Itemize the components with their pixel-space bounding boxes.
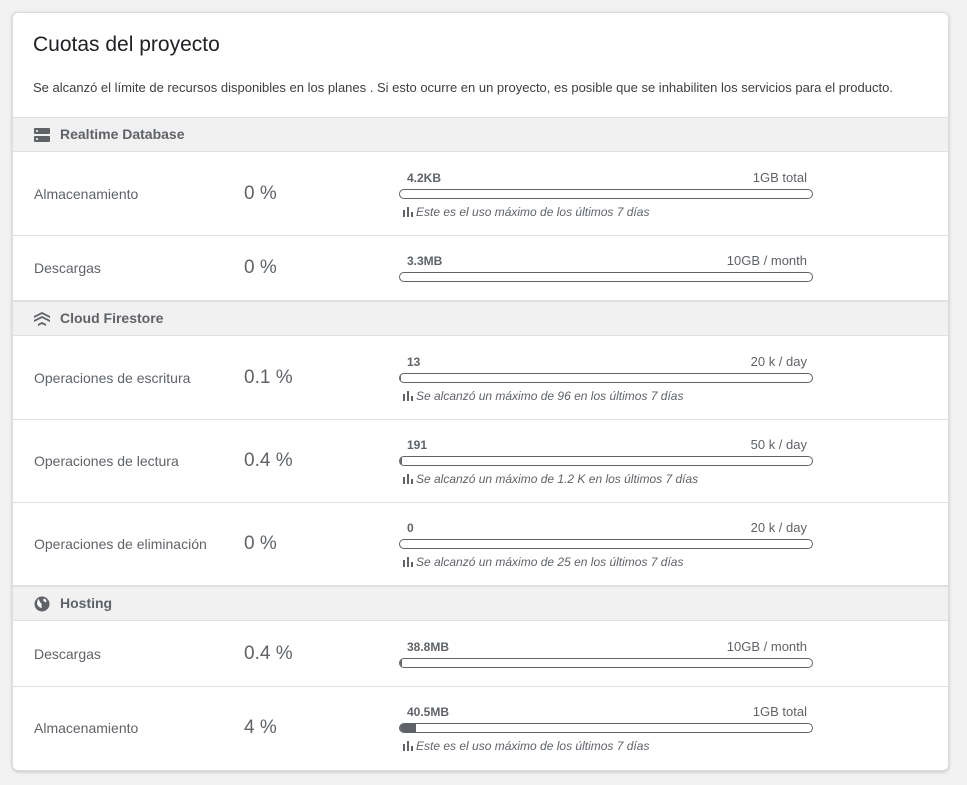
usage-note-text: Se alcanzó un máximo de 96 en los último… bbox=[416, 389, 684, 403]
quota-percent: 0 % bbox=[244, 533, 277, 554]
quota-row: Operaciones de lectura 0.4 % 191 50 k / … bbox=[13, 420, 948, 503]
section-realtime-database: Realtime Database bbox=[13, 117, 948, 152]
usage-bar bbox=[399, 658, 813, 668]
section-label: Realtime Database bbox=[60, 126, 185, 142]
bar-chart-icon bbox=[403, 474, 413, 484]
section-hosting: Hosting bbox=[13, 586, 948, 621]
usage-note: Este es el uso máximo de los últimos 7 d… bbox=[403, 739, 649, 753]
database-icon bbox=[33, 126, 51, 144]
quota-percent: 0.4 % bbox=[244, 450, 293, 471]
bar-chart-icon bbox=[403, 207, 413, 217]
usage-bar bbox=[399, 539, 813, 549]
quota-percent: 0 % bbox=[244, 257, 277, 278]
usage-note-text: Se alcanzó un máximo de 25 en los último… bbox=[416, 555, 684, 569]
usage-bar-fill bbox=[400, 659, 402, 667]
usage-bar bbox=[399, 456, 813, 466]
quota-row: Operaciones de escritura 0.1 % 13 20 k /… bbox=[13, 336, 948, 420]
bar-chart-icon bbox=[403, 391, 413, 401]
quota-label: Operaciones de lectura bbox=[34, 453, 179, 469]
usage-bar bbox=[399, 272, 813, 282]
usage-note: Este es el uso máximo de los últimos 7 d… bbox=[403, 205, 649, 219]
usage-note-text: Este es el uso máximo de los últimos 7 d… bbox=[416, 739, 650, 753]
usage-bar bbox=[399, 723, 813, 733]
page-title: Cuotas del proyecto bbox=[33, 33, 220, 56]
usage-bar bbox=[399, 373, 813, 383]
quota-percent: 0.4 % bbox=[244, 643, 293, 664]
quota-label: Descargas bbox=[34, 646, 101, 662]
quota-limit: 20 k / day bbox=[750, 520, 807, 535]
usage-bar-fill bbox=[400, 724, 417, 732]
project-quotas-card: Cuotas del proyecto Se alcanzó el límite… bbox=[12, 12, 949, 771]
globe-icon bbox=[33, 595, 51, 613]
quota-percent: 0 % bbox=[244, 183, 277, 204]
quota-limit: 10GB / month bbox=[726, 639, 807, 654]
quota-row: Almacenamiento 4 % 40.5MB 1GB total Este… bbox=[13, 687, 948, 770]
quota-label: Almacenamiento bbox=[34, 186, 139, 202]
usage-bar bbox=[399, 189, 813, 199]
quota-row: Descargas 0.4 % 38.8MB 10GB / month bbox=[13, 621, 948, 687]
usage-note: Se alcanzó un máximo de 25 en los último… bbox=[403, 555, 683, 569]
usage-bar-fill bbox=[400, 457, 402, 465]
quota-limit: 50 k / day bbox=[750, 437, 807, 452]
bar-chart-icon bbox=[403, 741, 413, 751]
quota-label: Descargas bbox=[34, 260, 101, 276]
usage-note-text: Este es el uso máximo de los últimos 7 d… bbox=[416, 205, 650, 219]
quota-label: Operaciones de escritura bbox=[34, 370, 191, 386]
usage-note: Se alcanzó un máximo de 1.2 K en los últ… bbox=[403, 472, 698, 486]
quota-limit: 20 k / day bbox=[750, 354, 807, 369]
usage-note-text: Se alcanzó un máximo de 1.2 K en los últ… bbox=[416, 472, 699, 486]
quota-limit: 1GB total bbox=[752, 170, 807, 185]
section-label: Hosting bbox=[60, 595, 113, 611]
firestore-icon bbox=[33, 310, 51, 328]
quota-limit: 10GB / month bbox=[726, 253, 807, 268]
usage-note: Se alcanzó un máximo de 96 en los último… bbox=[403, 389, 683, 403]
quota-limit: 1GB total bbox=[752, 704, 807, 719]
quota-row: Descargas 0 % 3.3MB 10GB / month bbox=[13, 236, 948, 301]
quota-percent: 0.1 % bbox=[244, 367, 293, 388]
page-description: Se alcanzó el límite de recursos disponi… bbox=[33, 80, 893, 95]
quota-label: Almacenamiento bbox=[34, 720, 139, 736]
quota-percent: 4 % bbox=[244, 717, 277, 738]
quota-row: Almacenamiento 0 % 4.2KB 1GB total Este … bbox=[13, 152, 948, 236]
quota-row: Operaciones de eliminación 0 % 0 20 k / … bbox=[13, 503, 948, 586]
bar-chart-icon bbox=[403, 557, 413, 567]
section-cloud-firestore: Cloud Firestore bbox=[13, 301, 948, 336]
section-label: Cloud Firestore bbox=[60, 310, 164, 326]
quota-label: Operaciones de eliminación bbox=[34, 536, 207, 552]
